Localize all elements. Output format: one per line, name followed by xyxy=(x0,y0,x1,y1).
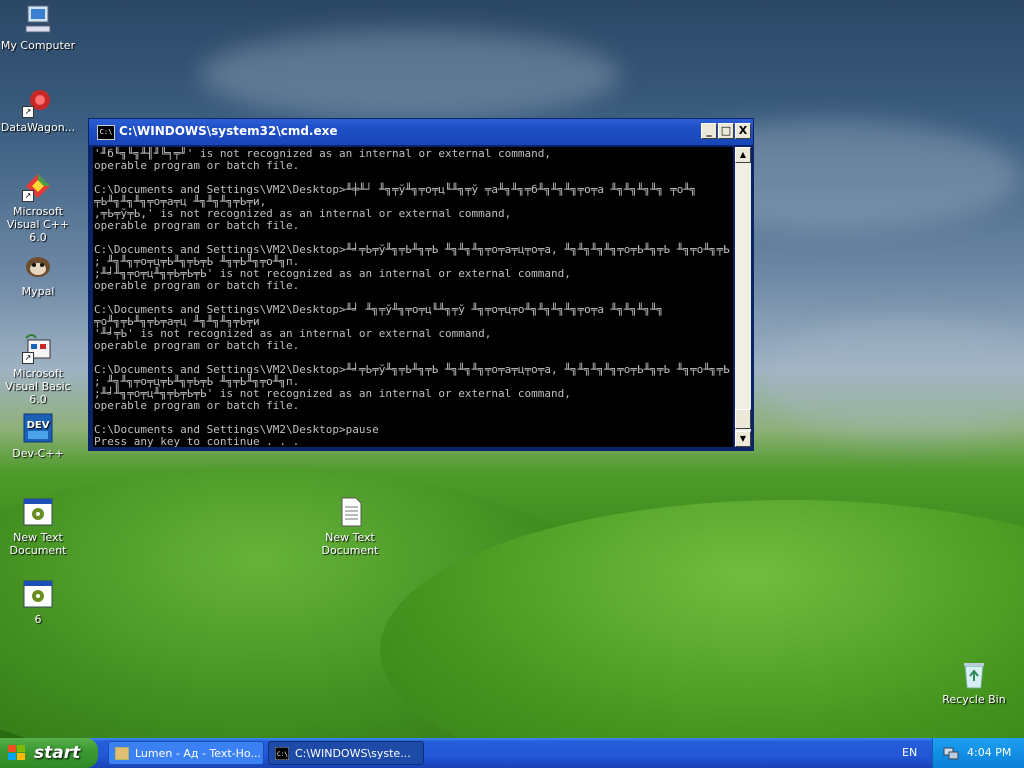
visual-cpp-icon: ↗ xyxy=(22,170,54,202)
title-bar[interactable]: C:\ C:\WINDOWS\system32\cmd.exe _ □ X xyxy=(89,119,753,145)
scroll-down-button[interactable]: ▼ xyxy=(735,431,751,447)
window-title: C:\WINDOWS\system32\cmd.exe xyxy=(119,124,338,138)
vertical-scrollbar[interactable]: ▲ ▼ xyxy=(735,147,751,447)
scroll-up-button[interactable]: ▲ xyxy=(735,147,751,163)
desktop-icon-label: Recycle Bin xyxy=(942,693,1006,706)
desktop-icon-6[interactable]: 6 xyxy=(0,578,76,626)
exe-icon xyxy=(22,496,54,528)
cmd-icon: C:\ xyxy=(275,747,289,760)
taskbar-item-label: Lumen - Ад - Text-Ho... xyxy=(135,747,261,760)
exe-icon xyxy=(22,578,54,610)
text-document-icon xyxy=(334,496,366,528)
desktop: My Computer ↗ DataWagon... ↗ Microsoft V… xyxy=(0,0,1024,738)
desktop-icon-dev-cpp[interactable]: DEV Dev-C++ xyxy=(0,412,76,460)
network-icon[interactable] xyxy=(943,746,959,760)
shortcut-arrow-icon: ↗ xyxy=(22,106,34,118)
visual-basic-icon: ↗ xyxy=(22,332,54,364)
cloud xyxy=(200,30,620,120)
taskbar-item-lumen[interactable]: Lumen - Ад - Text-Ho... xyxy=(108,741,264,765)
console-output[interactable]: '╜б╙╗╙╗╨╢╜╚╕╤╜' is not recognized as an … xyxy=(93,147,733,447)
svg-text:C:\: C:\ xyxy=(277,751,288,758)
desktop-icon-label: Microsoft Visual Basic 6.0 xyxy=(5,367,71,406)
start-button[interactable]: start xyxy=(0,738,98,768)
desktop-icon-label: 6 xyxy=(34,613,42,626)
windows-logo-icon xyxy=(8,745,25,760)
cmd-window[interactable]: C:\ C:\WINDOWS\system32\cmd.exe _ □ X '╜… xyxy=(88,118,754,451)
desktop-icon-label: Microsoft Visual C++ 6.0 xyxy=(6,205,70,244)
language-indicator[interactable]: EN xyxy=(902,738,917,768)
desktop-icon-label: DataWagon... xyxy=(0,121,76,134)
desktop-icon-label: Dev-C++ xyxy=(12,447,64,460)
computer-icon xyxy=(22,4,54,36)
system-tray: 4:04 PM xyxy=(932,738,1024,768)
taskbar-item-label: C:\WINDOWS\syste... xyxy=(295,747,411,760)
desktop-icon-datawagon[interactable]: ↗ DataWagon... xyxy=(0,86,76,134)
start-label: start xyxy=(34,743,81,763)
desktop-icon-new-text-document-2[interactable]: New Text Document xyxy=(312,496,388,557)
desktop-icon-my-computer[interactable]: My Computer xyxy=(0,4,76,52)
close-button[interactable]: X xyxy=(735,123,751,139)
desktop-icon-visual-basic[interactable]: ↗ Microsoft Visual Basic 6.0 xyxy=(0,332,76,406)
desktop-icon-label: New Text Document xyxy=(321,531,379,557)
shortcut-arrow-icon: ↗ xyxy=(22,190,34,202)
desktop-icon-mypal[interactable]: Mypal xyxy=(0,250,76,298)
minimize-button[interactable]: _ xyxy=(701,123,717,139)
scroll-thumb[interactable] xyxy=(735,409,751,429)
app-icon xyxy=(115,747,129,760)
desktop-icon-label: Mypal xyxy=(21,285,55,298)
datawagon-icon: ↗ xyxy=(22,86,54,118)
shortcut-arrow-icon: ↗ xyxy=(22,352,34,364)
desktop-icon-label: My Computer xyxy=(0,39,76,52)
maximize-button[interactable]: □ xyxy=(718,123,734,139)
mypal-icon xyxy=(22,250,54,282)
dev-cpp-icon: DEV xyxy=(22,412,54,444)
taskbar-item-cmd[interactable]: C:\ C:\WINDOWS\syste... xyxy=(268,741,424,765)
desktop-icon-label: New Text Document xyxy=(9,531,67,557)
desktop-icon-recycle-bin[interactable]: Recycle Bin xyxy=(936,658,1012,706)
cloud xyxy=(760,320,1024,440)
desktop-icon-visual-cpp[interactable]: ↗ Microsoft Visual C++ 6.0 xyxy=(0,170,76,244)
desktop-icon-new-text-document[interactable]: New Text Document xyxy=(0,496,76,557)
clock[interactable]: 4:04 PM xyxy=(967,738,1011,768)
svg-text:DEV: DEV xyxy=(27,420,50,431)
recycle-bin-icon xyxy=(958,658,990,690)
taskbar: start Lumen - Ад - Text-Ho... C:\ C:\WIN… xyxy=(0,738,1024,768)
cmd-icon: C:\ xyxy=(97,125,115,140)
